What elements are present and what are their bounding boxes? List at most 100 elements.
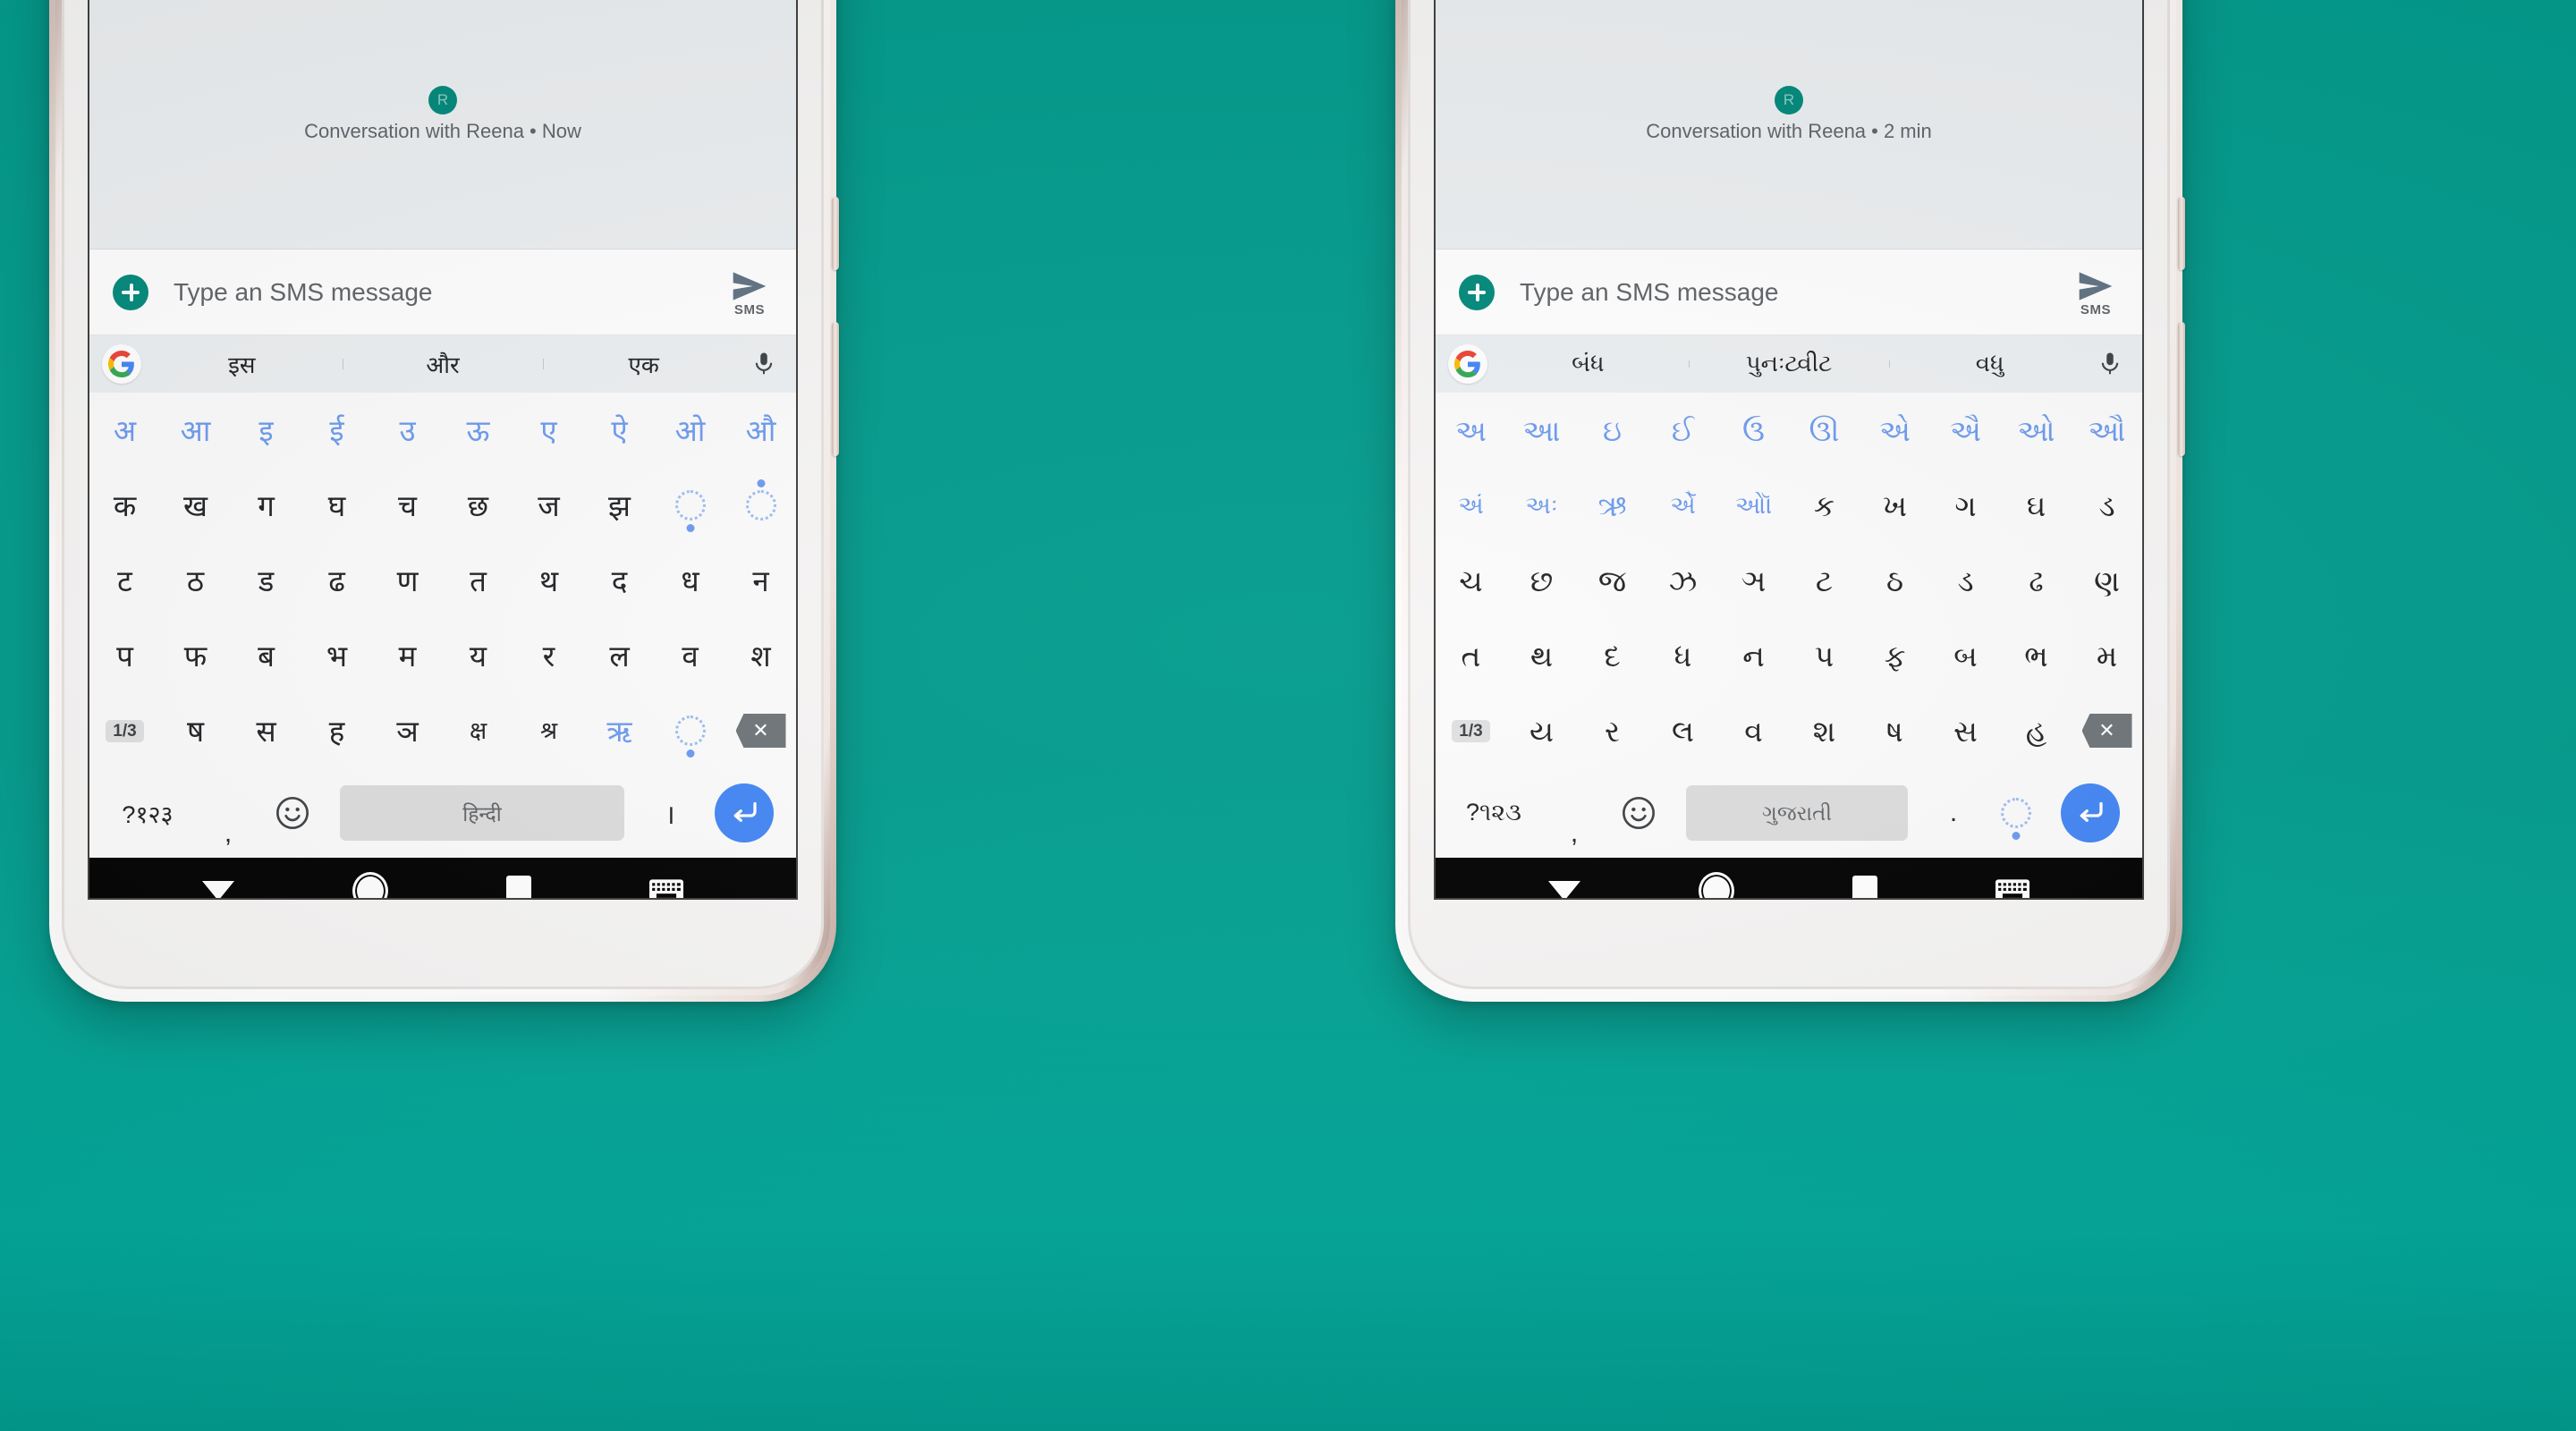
key[interactable]: द: [584, 543, 655, 618]
google-g-icon[interactable]: [1448, 344, 1487, 384]
key[interactable]: ઈ: [1648, 393, 1718, 468]
key[interactable]: ઊ: [1789, 393, 1860, 468]
key[interactable]: ઞ: [1718, 543, 1789, 618]
space-key[interactable]: ગુજરાતી: [1686, 785, 1908, 841]
key[interactable]: પ: [1789, 618, 1860, 693]
volume-button[interactable]: [2178, 322, 2185, 456]
key[interactable]: ऐ: [584, 393, 655, 468]
backspace-icon[interactable]: ✕: [725, 693, 796, 768]
vowel-sign-key[interactable]: [1985, 768, 2047, 858]
key-anusvara-below[interactable]: [655, 468, 725, 543]
key[interactable]: इ: [231, 393, 301, 468]
key[interactable]: ષ: [1860, 693, 1930, 768]
key[interactable]: ल: [584, 618, 655, 693]
key[interactable]: ए: [513, 393, 584, 468]
key[interactable]: ખ: [1860, 468, 1930, 543]
key[interactable]: अ: [89, 393, 160, 468]
key[interactable]: ઐ: [1930, 393, 2001, 468]
enter-key[interactable]: [701, 768, 787, 858]
suggestion-1[interactable]: બંધ: [1487, 350, 1689, 378]
key[interactable]: घ: [301, 468, 372, 543]
key[interactable]: ज: [513, 468, 584, 543]
key[interactable]: ડ: [1930, 543, 2001, 618]
key[interactable]: च: [372, 468, 443, 543]
symbols-key[interactable]: ?૧૨૩: [1445, 768, 1543, 858]
key[interactable]: ફ: [1860, 618, 1930, 693]
key[interactable]: न: [725, 543, 796, 618]
key[interactable]: ઉ: [1718, 393, 1789, 468]
emoji-icon[interactable]: [259, 768, 326, 858]
keyboard-icon[interactable]: [649, 878, 683, 898]
suggestion-2[interactable]: और: [342, 348, 544, 380]
key[interactable]: આ: [1506, 393, 1577, 468]
key[interactable]: क्ष: [443, 693, 513, 768]
recents-square-icon[interactable]: [506, 876, 531, 898]
volume-button[interactable]: [832, 322, 839, 456]
key[interactable]: प: [89, 618, 160, 693]
key[interactable]: ઋ: [1577, 468, 1648, 543]
key[interactable]: ઢ: [2001, 543, 2072, 618]
punctuation-key[interactable]: ।: [639, 768, 701, 858]
key[interactable]: ड: [231, 543, 301, 618]
key[interactable]: श्र: [513, 693, 584, 768]
key[interactable]: ય: [1506, 693, 1577, 768]
key[interactable]: र: [513, 618, 584, 693]
key[interactable]: ઇ: [1577, 393, 1648, 468]
key[interactable]: स: [231, 693, 301, 768]
key[interactable]: ભ: [2001, 618, 2072, 693]
key[interactable]: ડ: [2072, 468, 2142, 543]
space-key[interactable]: हिन्दी: [340, 785, 624, 841]
key[interactable]: સ: [1930, 693, 2001, 768]
home-circle-icon[interactable]: [352, 872, 388, 898]
key[interactable]: છ: [1506, 543, 1577, 618]
key[interactable]: औ: [725, 393, 796, 468]
key[interactable]: જ: [1577, 543, 1648, 618]
key[interactable]: ऊ: [443, 393, 513, 468]
key[interactable]: ख: [160, 468, 231, 543]
key[interactable]: ञ: [372, 693, 443, 768]
comma-key[interactable]: ,: [197, 759, 259, 867]
key[interactable]: ઝ: [1648, 543, 1718, 618]
plus-icon[interactable]: [113, 274, 148, 310]
enter-key[interactable]: [2047, 768, 2133, 858]
send-button[interactable]: SMS: [2072, 267, 2119, 318]
emoji-icon[interactable]: [1606, 768, 1672, 858]
key[interactable]: વ: [1718, 693, 1789, 768]
key[interactable]: म: [372, 618, 443, 693]
key[interactable]: ર: [1577, 693, 1648, 768]
google-g-icon[interactable]: [102, 344, 141, 384]
key[interactable]: ब: [231, 618, 301, 693]
key[interactable]: ठ: [160, 543, 231, 618]
punctuation-key[interactable]: .: [1922, 768, 1985, 858]
microphone-icon[interactable]: [2090, 351, 2130, 377]
key[interactable]: ष: [160, 693, 231, 768]
suggestion-3[interactable]: एक: [543, 348, 744, 380]
key[interactable]: ત: [1436, 618, 1506, 693]
key[interactable]: મ: [2072, 618, 2142, 693]
key[interactable]: झ: [584, 468, 655, 543]
suggestion-1[interactable]: इस: [141, 348, 343, 380]
keyboard-icon[interactable]: [1996, 878, 2029, 898]
key[interactable]: त: [443, 543, 513, 618]
key[interactable]: ढ: [301, 543, 372, 618]
key[interactable]: અં: [1436, 468, 1506, 543]
message-input[interactable]: Type an SMS message: [1520, 278, 2072, 307]
key[interactable]: ઔ: [2072, 393, 2142, 468]
key[interactable]: અઃ: [1506, 468, 1577, 543]
key[interactable]: ક: [1789, 468, 1860, 543]
key[interactable]: ઘ: [2001, 468, 2072, 543]
key[interactable]: व: [655, 618, 725, 693]
key[interactable]: ગ: [1930, 468, 2001, 543]
key[interactable]: ટ: [1789, 543, 1860, 618]
recents-square-icon[interactable]: [1852, 876, 1877, 898]
microphone-icon[interactable]: [744, 351, 784, 377]
key[interactable]: ઓ: [2001, 393, 2072, 468]
key[interactable]: क: [89, 468, 160, 543]
key[interactable]: ध: [655, 543, 725, 618]
back-triangle-icon[interactable]: [202, 881, 234, 898]
comma-key[interactable]: ,: [1543, 759, 1606, 867]
key[interactable]: બ: [1930, 618, 2001, 693]
back-triangle-icon[interactable]: [1548, 881, 1580, 898]
key[interactable]: થ: [1506, 618, 1577, 693]
key[interactable]: ન: [1718, 618, 1789, 693]
